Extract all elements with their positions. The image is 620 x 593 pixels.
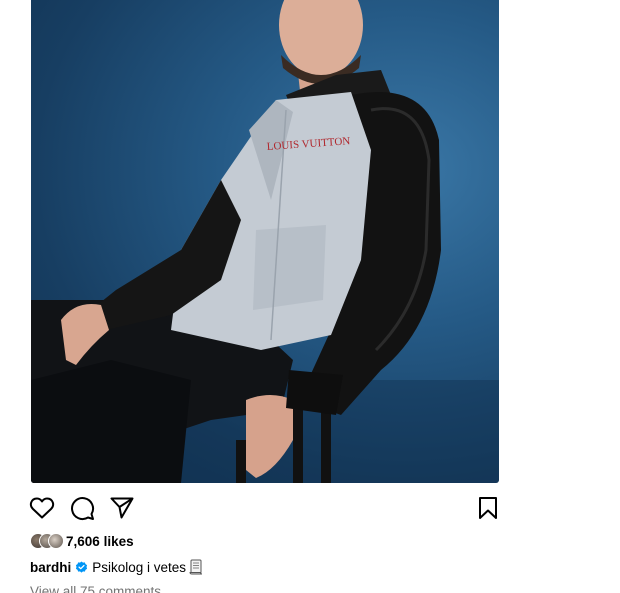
- caption-text: Psikolog i vetes: [92, 559, 187, 575]
- liker-avatar: [48, 533, 64, 549]
- liker-avatars: [30, 533, 64, 549]
- post-username[interactable]: bardhi: [30, 560, 71, 575]
- post-caption: bardhi Psikolog i vetes: [30, 558, 203, 576]
- likes-row[interactable]: 7,606 likes: [30, 532, 134, 550]
- verified-badge-icon: [76, 560, 88, 573]
- comment-button[interactable]: [68, 494, 96, 522]
- share-button[interactable]: [108, 494, 136, 522]
- post-action-bar: [28, 494, 502, 522]
- send-icon: [110, 497, 134, 519]
- man-in-jacket-illustration: LOUIS VUITTON: [31, 0, 499, 483]
- save-button[interactable]: [474, 494, 502, 522]
- post-photo[interactable]: LOUIS VUITTON: [31, 0, 499, 483]
- scroll-icon: [189, 559, 203, 575]
- like-button[interactable]: [28, 494, 56, 522]
- likes-count: 7,606 likes: [66, 533, 134, 549]
- heart-icon: [29, 497, 55, 519]
- view-all-comments-link[interactable]: View all 75 comments: [30, 584, 161, 593]
- bookmark-icon: [479, 497, 497, 519]
- comment-icon: [71, 497, 95, 521]
